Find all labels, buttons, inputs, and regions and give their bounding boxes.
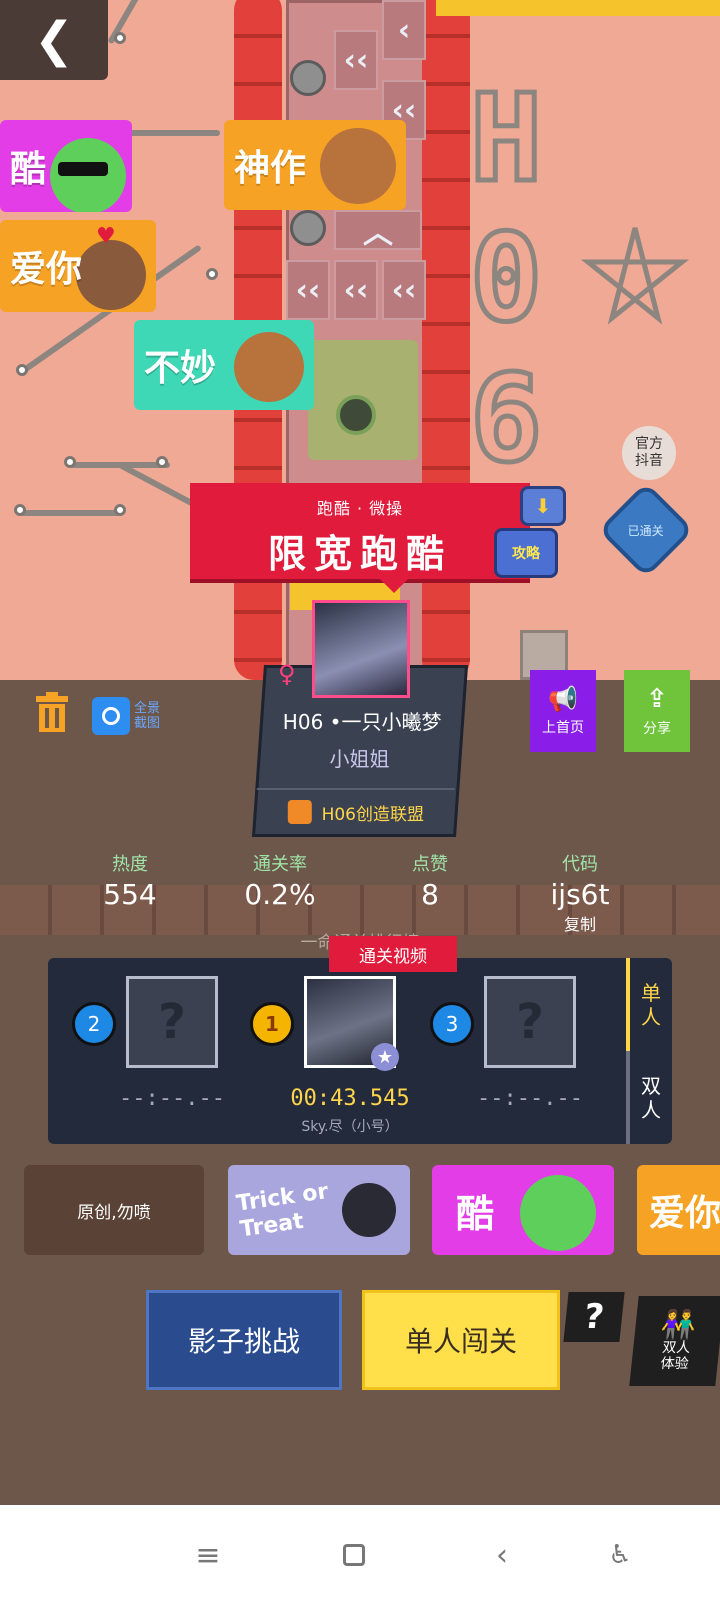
back-nav-icon[interactable]: ‹ bbox=[482, 1535, 522, 1575]
sticker-love: 爱你 ♥ bbox=[0, 220, 156, 312]
rank-1-avatar[interactable]: ★ bbox=[304, 976, 399, 1071]
level-preview: H 0 6 ‹‹ ‹‹ ‹ ︿ ‹‹ ‹‹ ‹‹ ❮ 酷 爱你 ♥ 不妙 神作 bbox=[0, 0, 720, 680]
rank-2-time: --:--.-- bbox=[119, 1086, 225, 1111]
stat-heat: 热度 554 bbox=[103, 854, 157, 911]
level-name: 限宽跑酷 bbox=[267, 532, 452, 576]
shadow-challenge-button[interactable]: 影子挑战 bbox=[146, 1290, 342, 1390]
two-people-icon: 👫 bbox=[659, 1308, 698, 1341]
cleared-badge: 已通关 bbox=[597, 481, 695, 579]
rank-3-time: --:--.-- bbox=[477, 1086, 583, 1111]
upload-icon: ⇪ bbox=[646, 684, 668, 714]
tab-single[interactable]: 单 人 bbox=[626, 958, 672, 1051]
star-drawing bbox=[580, 227, 690, 325]
douyin-official-button[interactable]: 官方 抖音 bbox=[622, 426, 676, 480]
rank-3-badge: 3 bbox=[430, 1002, 474, 1046]
level-category: 跑酷 · 微操 bbox=[316, 499, 404, 518]
spider-icon bbox=[342, 1183, 396, 1237]
monkey-icon bbox=[234, 332, 304, 402]
rank-3-avatar[interactable]: ? bbox=[484, 976, 576, 1068]
stat-code[interactable]: 代码 ijs6t 复制 bbox=[510, 850, 650, 935]
rank-2-badge: 2 bbox=[72, 1002, 116, 1046]
tag-cool[interactable]: 酷 bbox=[432, 1165, 614, 1255]
megaphone-icon: 📢 bbox=[548, 685, 578, 713]
decor-letter-h: H bbox=[467, 68, 544, 212]
heart-icon: ♥ bbox=[96, 224, 116, 249]
decor-letter-o: 0 bbox=[467, 208, 544, 352]
monkey-icon bbox=[320, 128, 396, 204]
menu-icon[interactable]: ≡ bbox=[188, 1535, 228, 1575]
tag-original[interactable]: 原创,勿喷 bbox=[24, 1165, 204, 1255]
sticker-bad: 不妙 bbox=[134, 320, 314, 410]
guild-badge-icon bbox=[287, 800, 312, 824]
share-button[interactable]: ⇪ 分享 bbox=[624, 670, 690, 752]
author-name: H06 •一只小曦梦 bbox=[282, 710, 442, 734]
decor-letter-6: 6 bbox=[467, 348, 544, 492]
rank-1-badge: 1 bbox=[250, 1002, 294, 1046]
camera-icon bbox=[92, 697, 130, 735]
guide-tv-button[interactable]: 攻略 bbox=[494, 528, 558, 578]
tag-trick-or-treat[interactable]: Trick or Treat bbox=[228, 1165, 410, 1255]
rank-1-time: 00:43.545 bbox=[290, 1086, 410, 1111]
sticker-cool: 酷 bbox=[0, 120, 132, 212]
hint-button[interactable]: ⬇ bbox=[520, 486, 566, 526]
home-square-icon[interactable] bbox=[334, 1535, 374, 1575]
star-badge-icon: ★ bbox=[371, 1043, 399, 1071]
panorama-screenshot-button[interactable]: 全景 截图 bbox=[92, 692, 172, 740]
ranking-board: 2 ? --:--.-- 1 ★ 通关视频 00:43.545 Sky.尽（小号… bbox=[48, 936, 672, 1144]
sticker-masterpiece: 神作 bbox=[224, 120, 406, 210]
help-button[interactable]: ? bbox=[563, 1292, 625, 1342]
bunny-icon bbox=[76, 240, 146, 310]
promote-home-button[interactable]: 📢 上首页 bbox=[530, 670, 596, 752]
level-title-banner: 跑酷 · 微操 限宽跑酷 bbox=[190, 483, 530, 593]
dino-icon bbox=[520, 1175, 596, 1251]
stat-pass-rate: 通关率 0.2% bbox=[244, 854, 316, 911]
pin-icon: ⬇ bbox=[534, 494, 552, 518]
delete-button[interactable] bbox=[32, 690, 72, 736]
author-guild[interactable]: H06创造联盟 bbox=[256, 788, 455, 834]
clear-video-button[interactable]: 通关视频 bbox=[329, 936, 457, 972]
system-nav-bar: ≡ ‹ ♿ bbox=[0, 1505, 720, 1600]
tag-love[interactable]: 爱你 bbox=[637, 1165, 720, 1255]
back-button[interactable]: ❮ bbox=[0, 0, 108, 80]
tab-double[interactable]: 双 人 bbox=[626, 1051, 672, 1144]
rank-1-player: Sky.尽（小号） bbox=[301, 1119, 399, 1135]
rank-2-avatar[interactable]: ? bbox=[126, 976, 218, 1068]
accessibility-icon[interactable]: ♿ bbox=[600, 1535, 640, 1575]
duo-trial-button[interactable]: 👫 双人 体验 bbox=[629, 1296, 720, 1386]
solo-play-button[interactable]: 单人闯关 bbox=[362, 1290, 560, 1390]
author-title: 小姐姐 bbox=[329, 747, 390, 771]
trash-icon bbox=[36, 692, 68, 732]
chevron-left-icon: ❮ bbox=[33, 12, 75, 68]
author-avatar[interactable] bbox=[312, 600, 410, 698]
female-icon: ♀ bbox=[278, 660, 296, 688]
stat-likes: 点赞 8 bbox=[412, 854, 448, 911]
